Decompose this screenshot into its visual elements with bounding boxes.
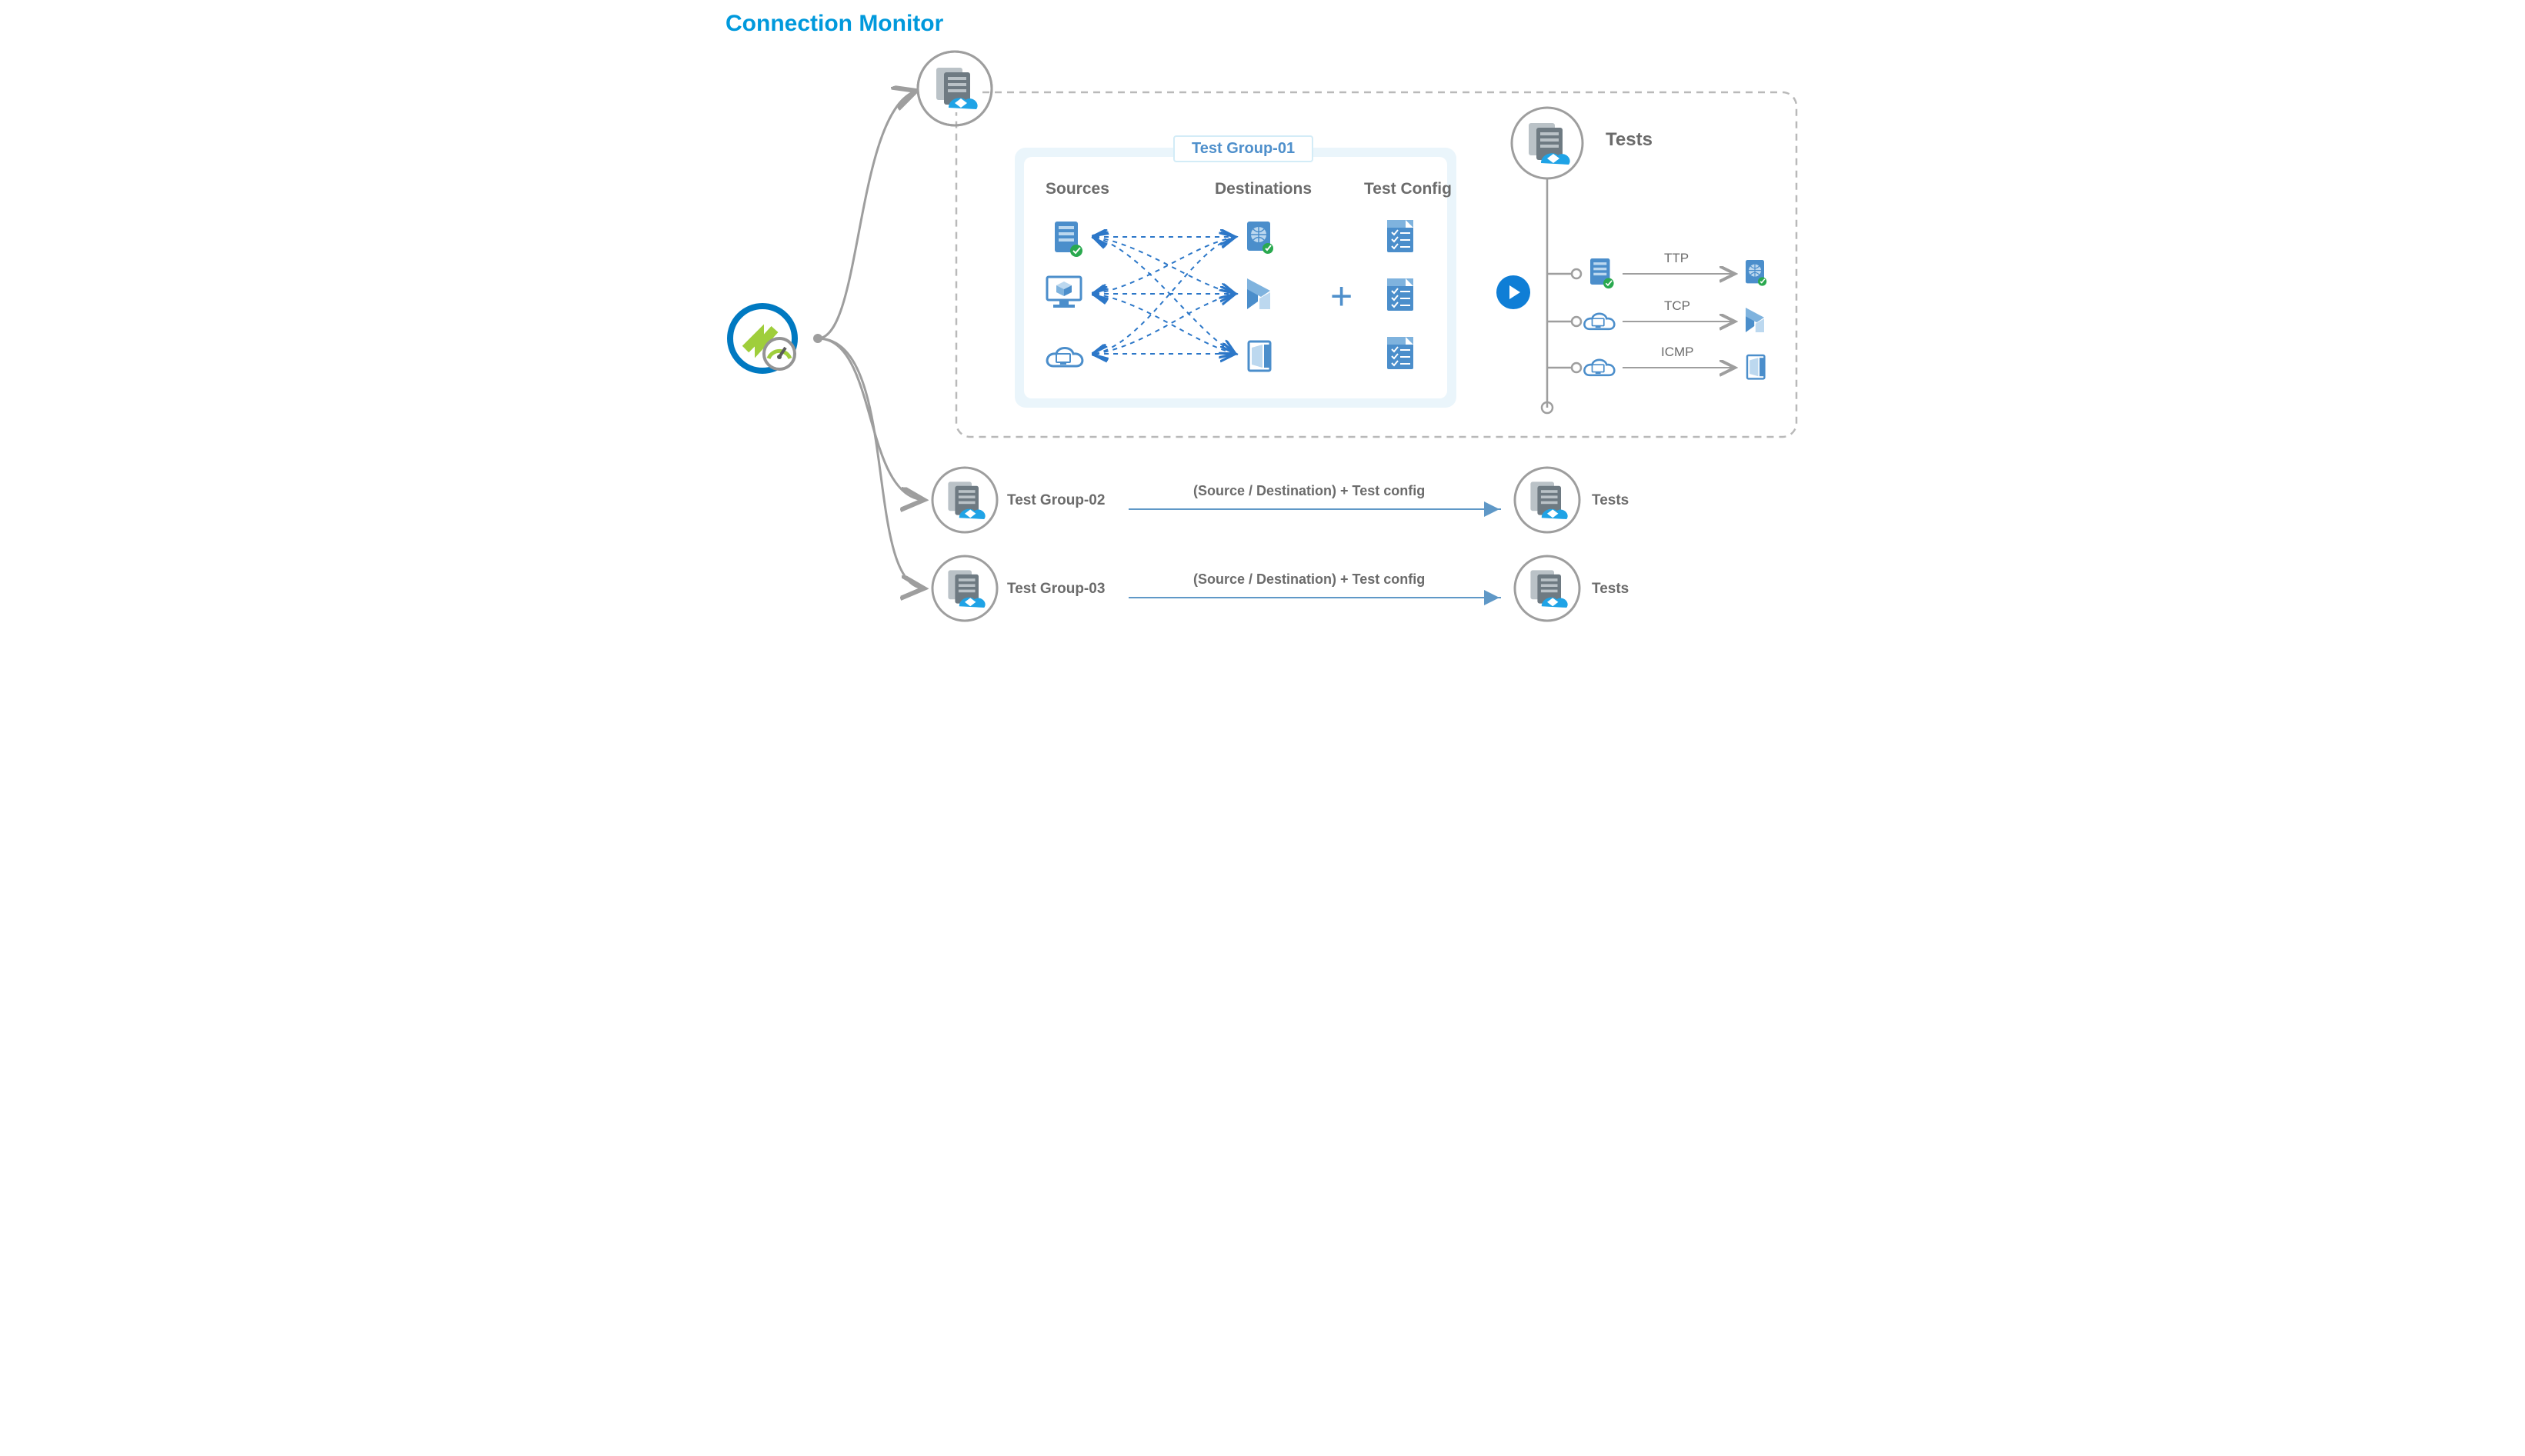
test-group-2-note: (Source / Destination) + Test config bbox=[1193, 483, 1425, 499]
test-group-2-out: Tests bbox=[1592, 492, 1629, 509]
protocol-icmp: ICMP bbox=[1661, 345, 1694, 360]
arrow-right-icon bbox=[1496, 275, 1530, 309]
testconfig-heading: Test Config bbox=[1364, 180, 1452, 198]
test-group-2-label: Test Group-02 bbox=[1007, 492, 1105, 509]
tests-label: Tests bbox=[1606, 129, 1653, 151]
plus-icon: + bbox=[1330, 274, 1353, 318]
destinations-heading: Destinations bbox=[1215, 180, 1312, 198]
diagram-svg bbox=[701, 0, 1824, 631]
diagram-canvas: Connection Monitor bbox=[701, 0, 1824, 631]
test-group-3-label: Test Group-03 bbox=[1007, 581, 1105, 598]
test-group-3-note: (Source / Destination) + Test config bbox=[1193, 571, 1425, 588]
protocol-ttp: TTP bbox=[1664, 251, 1689, 266]
test-group-1-title: Test Group-01 bbox=[1173, 135, 1313, 162]
sources-heading: Sources bbox=[1046, 180, 1109, 198]
test-group-3-out: Tests bbox=[1592, 581, 1629, 598]
protocol-tcp: TCP bbox=[1664, 298, 1690, 314]
